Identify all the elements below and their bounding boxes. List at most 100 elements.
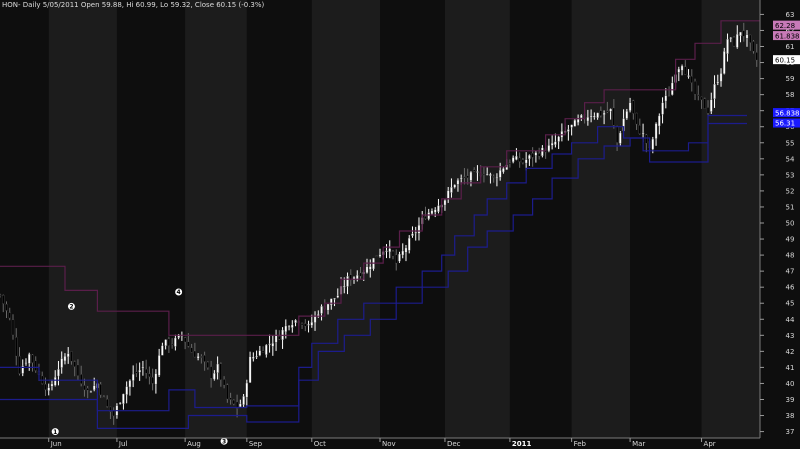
candle-body bbox=[447, 190, 450, 199]
candle-body bbox=[5, 303, 8, 311]
candle-body bbox=[482, 174, 486, 176]
candle-body bbox=[547, 145, 551, 152]
candle-body bbox=[411, 233, 414, 236]
candle-body bbox=[11, 319, 15, 336]
date-tick-label: Aug bbox=[187, 440, 201, 448]
candle-body bbox=[170, 343, 174, 346]
candle-body bbox=[167, 338, 171, 347]
price-tick-label: 61 bbox=[786, 43, 795, 51]
candle-body bbox=[515, 155, 518, 160]
candle-body bbox=[424, 216, 427, 219]
candle-body bbox=[645, 134, 648, 144]
candle-body bbox=[606, 110, 609, 113]
price-tick-label: 63 bbox=[786, 11, 795, 19]
candle-body bbox=[752, 41, 755, 52]
candle-body bbox=[132, 373, 135, 381]
price-tag-label: 60.15 bbox=[775, 56, 795, 64]
candle-body bbox=[304, 323, 307, 327]
candle-body bbox=[456, 180, 460, 185]
candle-body bbox=[567, 129, 570, 132]
candle-body bbox=[736, 34, 739, 48]
candle-body bbox=[333, 298, 336, 300]
candle-body bbox=[326, 303, 330, 311]
candle-body bbox=[287, 326, 291, 328]
candle-body bbox=[320, 306, 323, 314]
candle-body bbox=[417, 225, 421, 234]
candle-body bbox=[44, 383, 47, 390]
candle-body bbox=[473, 169, 476, 172]
candle-body bbox=[521, 159, 525, 163]
candle-body bbox=[54, 377, 57, 386]
candle-body bbox=[226, 384, 229, 400]
candle-body bbox=[119, 402, 122, 405]
price-tick-label: 46 bbox=[786, 284, 795, 292]
price-tick-label: 48 bbox=[786, 252, 795, 260]
candle-body bbox=[313, 315, 317, 323]
candle-body bbox=[466, 175, 469, 178]
candle-body bbox=[625, 111, 628, 119]
price-tick-label: 40 bbox=[786, 380, 795, 388]
candle-body bbox=[50, 383, 54, 387]
candle-body bbox=[628, 102, 632, 111]
candle-body bbox=[632, 100, 635, 114]
candle-body bbox=[576, 118, 580, 123]
candle-body bbox=[346, 276, 349, 287]
candle-body bbox=[635, 112, 638, 125]
candle-body bbox=[742, 30, 745, 37]
price-tick-label: 55 bbox=[786, 139, 795, 147]
candle-body bbox=[453, 184, 456, 188]
candle-body bbox=[489, 173, 492, 176]
candle-body bbox=[148, 373, 151, 378]
candle-body bbox=[229, 397, 232, 400]
candle-body bbox=[141, 366, 145, 369]
candle-body bbox=[677, 68, 680, 73]
date-tick-label: Dec bbox=[447, 440, 461, 448]
candle-body bbox=[206, 361, 210, 368]
candle-body bbox=[512, 157, 515, 163]
price-tick-label: 58 bbox=[786, 91, 795, 99]
candle-body bbox=[534, 152, 538, 156]
candle-body bbox=[593, 115, 596, 118]
candle-body bbox=[375, 255, 378, 257]
candle-body bbox=[258, 350, 261, 356]
candle-body bbox=[450, 187, 453, 193]
candle-body bbox=[80, 374, 83, 384]
candle-body bbox=[0, 294, 2, 297]
candle-body bbox=[151, 376, 154, 384]
candle-body bbox=[486, 173, 489, 176]
candle-body bbox=[125, 386, 128, 395]
candle-body bbox=[557, 136, 560, 142]
candle-body bbox=[651, 138, 654, 150]
candle-body bbox=[739, 31, 742, 36]
candle-body bbox=[222, 379, 226, 386]
date-tick-label: Oct bbox=[314, 440, 326, 448]
candle-body bbox=[723, 51, 726, 74]
month-band bbox=[311, 0, 380, 438]
candle-body bbox=[602, 112, 606, 115]
candle-body bbox=[278, 335, 281, 340]
candle-body bbox=[89, 391, 93, 393]
candle-body bbox=[15, 337, 18, 357]
candle-body bbox=[697, 94, 700, 96]
date-tick-label: Jul bbox=[118, 440, 128, 448]
candle-body bbox=[385, 250, 388, 252]
price-tick-label: 37 bbox=[786, 428, 795, 436]
candle-body bbox=[495, 177, 499, 179]
candle-body bbox=[365, 266, 369, 273]
price-chart[interactable]: 1 2 3 4 37 38 39 40 41 42 43 44 45 46 47 48 49 50 51 52 53 5… bbox=[0, 0, 800, 449]
candle-body bbox=[732, 37, 736, 47]
candle-body bbox=[463, 176, 466, 178]
candle-body bbox=[476, 171, 479, 173]
chart-container: 1 2 3 4 37 38 39 40 41 42 43 44 45 46 47 48 49 50 51 52 53 5… bbox=[0, 0, 800, 449]
candle-body bbox=[209, 366, 213, 379]
candle-body bbox=[28, 354, 31, 364]
price-tick-label: 53 bbox=[786, 171, 795, 179]
candle-body bbox=[612, 107, 615, 126]
candle-body bbox=[271, 343, 274, 347]
candle-body bbox=[706, 107, 710, 114]
candle-body bbox=[161, 345, 164, 356]
price-tick-label: 38 bbox=[786, 412, 795, 420]
event-marker-label: 2 bbox=[69, 304, 73, 311]
month-band bbox=[116, 0, 186, 438]
candle-body bbox=[671, 82, 674, 95]
